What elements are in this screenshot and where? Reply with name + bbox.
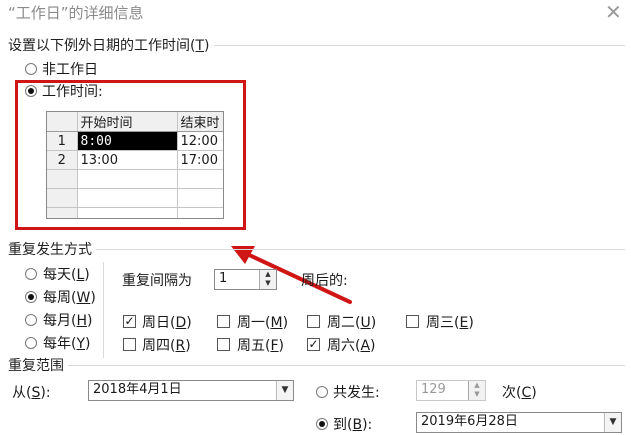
weekly-label: 每周(W) xyxy=(43,290,96,306)
friday-label: 周五(F) xyxy=(237,338,284,354)
occurrences-label: 共发生: xyxy=(333,385,380,401)
tuesday-label: 周二(U) xyxy=(327,315,377,331)
chevron-down-icon[interactable]: ▼ xyxy=(604,413,621,432)
occurrences-unit: 次(C) xyxy=(502,385,537,401)
monday-label: 周一(M) xyxy=(237,315,289,331)
wednesday-checkbox[interactable] xyxy=(406,315,419,328)
occurrences-radio[interactable] xyxy=(316,386,328,398)
window-title: “工作日”的详细信息 xyxy=(8,4,144,22)
spinner-arrows-icon[interactable]: ▲ ▼ xyxy=(259,270,276,289)
occurrences-value: 129 xyxy=(421,382,446,397)
wednesday-label: 周三(E) xyxy=(426,315,474,331)
chevron-down-icon[interactable]: ▼ xyxy=(276,381,293,400)
range-group-label: 重复范围 xyxy=(8,355,68,375)
end-by-radio[interactable] xyxy=(316,418,328,430)
yearly-radio[interactable] xyxy=(25,337,37,349)
interval-value: 1 xyxy=(219,271,228,286)
end-by-label: 到(B): xyxy=(333,417,373,433)
monthly-label: 每月(H) xyxy=(43,313,93,329)
nonworking-label: 非工作日 xyxy=(42,62,98,78)
pattern-group-label: 重复发生方式 xyxy=(8,239,96,259)
weekly-radio[interactable] xyxy=(25,291,37,303)
daily-radio[interactable] xyxy=(25,268,37,280)
start-date-value: 2018年4月1日 xyxy=(93,382,182,397)
saturday-label: 周六(A) xyxy=(327,338,376,354)
nonworking-radio[interactable] xyxy=(25,63,37,75)
close-icon[interactable]: ✕ xyxy=(605,0,622,24)
pattern-group-line xyxy=(8,249,625,250)
interval-spinner[interactable]: 1 ▲ ▼ xyxy=(214,269,277,290)
tuesday-checkbox[interactable] xyxy=(307,315,320,328)
worktime-group-label: 设置以下例外日期的工作时间(T) xyxy=(8,35,214,55)
occurrences-spinner[interactable]: 129 ▲ ▼ xyxy=(416,380,486,401)
end-date-dropdown[interactable]: 2019年6月28日 ▼ xyxy=(416,412,622,433)
range-group-line xyxy=(8,365,625,366)
yearly-label: 每年(Y) xyxy=(43,336,91,352)
sunday-label: 周日(D) xyxy=(142,315,192,331)
monthly-radio[interactable] xyxy=(25,314,37,326)
pattern-divider xyxy=(103,262,104,358)
saturday-checkbox[interactable]: ✓ xyxy=(307,338,320,351)
thursday-checkbox[interactable] xyxy=(123,338,136,351)
start-date-dropdown[interactable]: 2018年4月1日 ▼ xyxy=(88,380,294,401)
weeks-after-label: 周后的: xyxy=(301,273,348,289)
sunday-checkbox[interactable]: ✓ xyxy=(123,315,136,328)
daily-label: 每天(L) xyxy=(43,267,90,283)
spinner-arrows-icon[interactable]: ▲ ▼ xyxy=(468,381,485,400)
monday-checkbox[interactable] xyxy=(217,315,230,328)
interval-label: 重复间隔为 xyxy=(122,273,192,289)
from-label: 从(S): xyxy=(12,385,51,401)
friday-checkbox[interactable] xyxy=(217,338,230,351)
end-date-value: 2019年6月28日 xyxy=(421,414,518,429)
thursday-label: 周四(R) xyxy=(142,338,191,354)
highlight-box xyxy=(15,80,246,230)
